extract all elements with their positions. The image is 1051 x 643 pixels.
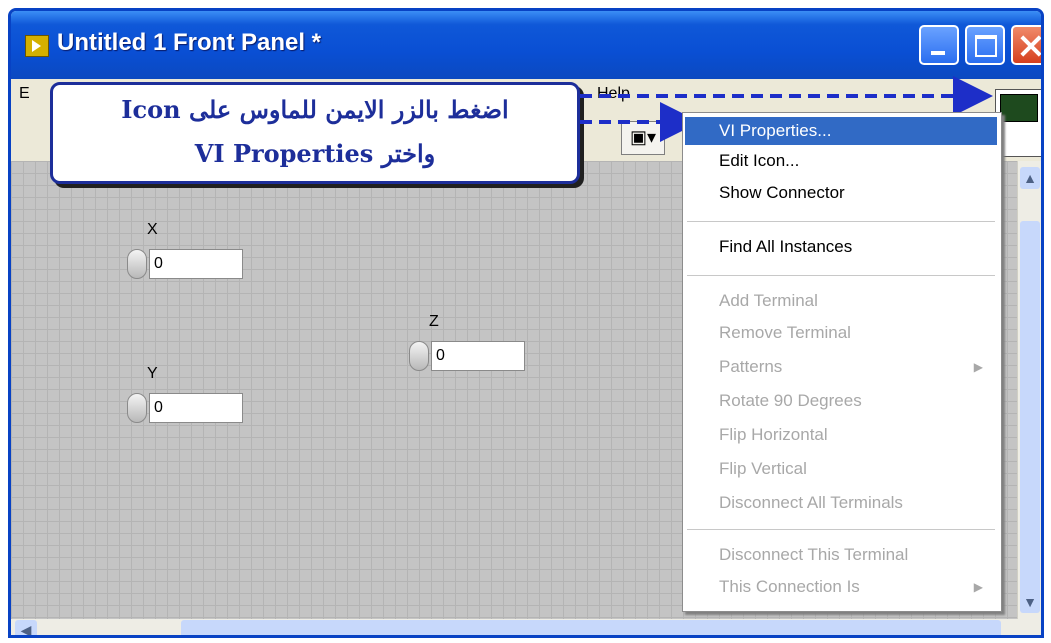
menu-item-show-connector[interactable]: Show Connector — [685, 179, 997, 207]
menu-item-disconnect-this-terminal[interactable]: Disconnect This Terminal — [685, 541, 997, 569]
menu-separator — [687, 529, 995, 531]
menu-separator — [687, 221, 995, 223]
menu-item-disconnect-all-terminals[interactable]: Disconnect All Terminals — [685, 489, 997, 517]
menu-item-flip-vertical[interactable]: Flip Vertical — [685, 455, 997, 483]
menu-item-vi-properties[interactable]: VI Properties... — [685, 117, 997, 145]
menu-item-rotate-90[interactable]: Rotate 90 Degrees — [685, 387, 997, 415]
menu-item-find-all-instances[interactable]: Find All Instances — [685, 233, 997, 261]
menu-item-add-terminal[interactable]: Add Terminal — [685, 287, 997, 315]
menu-item-patterns[interactable]: Patterns ▶ — [685, 353, 997, 381]
menu-item-remove-terminal[interactable]: Remove Terminal — [685, 319, 997, 347]
submenu-arrow-icon: ▶ — [973, 580, 983, 594]
menu-item-patterns-label: Patterns — [719, 357, 783, 376]
context-menu: VI Properties... Edit Icon... Show Conne… — [682, 112, 1002, 612]
menu-separator — [687, 275, 995, 277]
menu-item-this-connection-is-label: This Connection Is — [719, 577, 860, 596]
submenu-arrow-icon: ▶ — [973, 360, 983, 374]
menu-item-flip-horizontal[interactable]: Flip Horizontal — [685, 421, 997, 449]
menu-item-this-connection-is[interactable]: This Connection Is ▶ — [685, 573, 997, 601]
menu-item-edit-icon[interactable]: Edit Icon... — [685, 147, 997, 175]
